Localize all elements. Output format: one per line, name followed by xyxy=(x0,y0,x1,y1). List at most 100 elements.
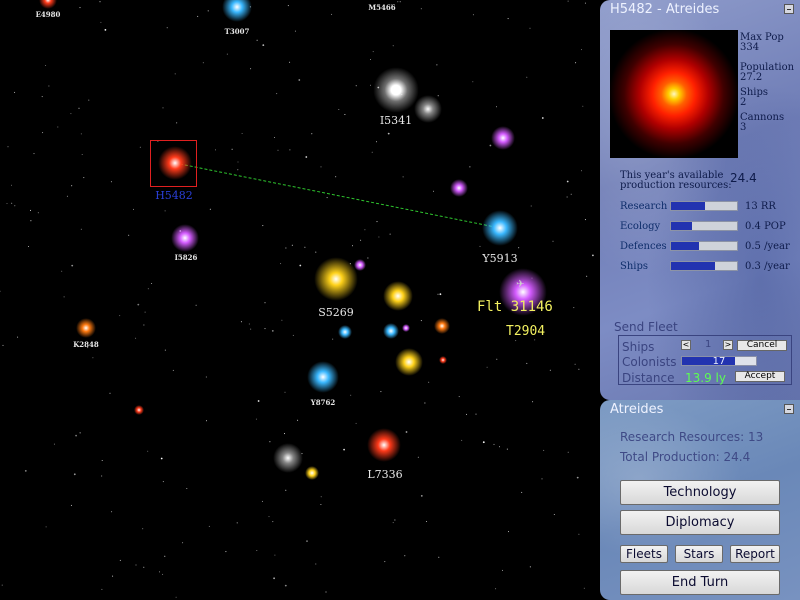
ecology-label: Ecology xyxy=(620,221,661,232)
star-yellow-3[interactable] xyxy=(395,348,423,376)
defences-slider[interactable] xyxy=(670,241,738,251)
background-star xyxy=(566,180,569,183)
background-star xyxy=(237,161,239,163)
star-i5826[interactable] xyxy=(171,224,199,252)
background-star xyxy=(256,39,258,41)
cancel-fleet-button[interactable]: Cancel xyxy=(737,340,787,351)
star-magenta-1[interactable] xyxy=(491,126,515,150)
background-star xyxy=(162,107,164,109)
background-star xyxy=(499,446,500,448)
background-star xyxy=(135,337,137,339)
background-star xyxy=(2,344,4,346)
background-star xyxy=(133,208,134,210)
star-i5341[interactable] xyxy=(373,67,419,113)
accept-fleet-button[interactable]: Accept xyxy=(735,371,785,382)
star-magenta-2[interactable] xyxy=(450,179,468,197)
background-star xyxy=(24,470,27,472)
star-label-s5269[interactable]: S5269 xyxy=(318,306,354,319)
background-star xyxy=(352,245,353,247)
ships-slider[interactable] xyxy=(670,261,738,271)
background-star xyxy=(541,478,543,480)
fleet-destination-label[interactable]: T2904 xyxy=(506,324,545,339)
star-label-k2848[interactable]: K2848 xyxy=(73,340,99,349)
background-star xyxy=(63,296,65,298)
fleet-label[interactable]: Flt 31146 xyxy=(477,299,553,315)
star-yellow-2[interactable] xyxy=(383,281,413,311)
star-label-i5826[interactable]: I5826 xyxy=(175,253,198,262)
background-star xyxy=(137,303,140,306)
star-label-y5913[interactable]: Y5913 xyxy=(482,252,517,265)
background-star xyxy=(111,511,113,513)
ships-increment-button[interactable]: > xyxy=(723,340,733,350)
ships-decrement-button[interactable]: < xyxy=(681,340,691,350)
total-production-text: Total Production: 24.4 xyxy=(620,450,751,464)
background-star xyxy=(88,99,90,101)
ecology-slider[interactable] xyxy=(670,221,738,231)
defences-slider-fill xyxy=(671,242,699,250)
background-star xyxy=(496,358,498,360)
star-label-i5341[interactable]: I5341 xyxy=(380,114,412,127)
background-star xyxy=(257,400,260,402)
fleets-button[interactable]: Fleets xyxy=(620,545,668,563)
background-star xyxy=(389,233,391,235)
background-star xyxy=(439,293,442,296)
star-y8762[interactable] xyxy=(307,361,339,393)
background-star xyxy=(79,432,81,434)
background-star xyxy=(80,133,82,135)
star-red-small-2[interactable] xyxy=(134,405,144,415)
star-k2848[interactable] xyxy=(76,318,96,338)
background-star xyxy=(215,149,216,151)
background-star xyxy=(581,170,582,172)
star-red-small-1[interactable] xyxy=(439,356,447,364)
minimize-planet-panel-button[interactable] xyxy=(784,4,794,14)
background-star xyxy=(515,340,517,342)
background-star xyxy=(320,504,322,505)
star-label-y8762[interactable]: Y8762 xyxy=(311,398,335,407)
fleet-ship-icon[interactable]: ✈ xyxy=(516,280,524,290)
background-star xyxy=(83,177,85,179)
background-star xyxy=(147,450,149,452)
background-star xyxy=(175,596,177,598)
star-white-3[interactable] xyxy=(273,443,303,473)
background-star xyxy=(578,533,580,535)
star-label-m5466[interactable]: M5466 xyxy=(368,3,395,12)
background-star xyxy=(376,221,378,223)
star-small-white-1[interactable] xyxy=(414,95,442,123)
stars-button[interactable]: Stars xyxy=(675,545,723,563)
star-blue-small-2[interactable] xyxy=(383,323,399,339)
background-star xyxy=(273,577,275,580)
star-label-t3007[interactable]: T3007 xyxy=(225,27,250,36)
star-magenta-small-4[interactable] xyxy=(402,324,410,332)
background-star xyxy=(274,137,275,138)
star-orange-2[interactable] xyxy=(434,318,450,334)
star-label-l7336[interactable]: L7336 xyxy=(367,468,402,481)
background-star xyxy=(197,15,199,17)
report-button[interactable]: Report xyxy=(730,545,780,563)
background-star xyxy=(378,236,380,238)
background-star xyxy=(438,556,440,558)
technology-button[interactable]: Technology xyxy=(620,480,780,505)
background-star xyxy=(584,2,586,4)
background-star xyxy=(320,496,322,498)
background-star xyxy=(276,93,278,95)
background-star xyxy=(250,328,252,330)
star-s5269[interactable] xyxy=(314,257,358,301)
research-slider[interactable] xyxy=(670,201,738,211)
background-star xyxy=(236,522,238,524)
star-label-e4980[interactable]: E4980 xyxy=(36,10,61,19)
background-star xyxy=(272,521,274,523)
diplomacy-button[interactable]: Diplomacy xyxy=(620,510,780,535)
end-turn-button[interactable]: End Turn xyxy=(620,570,780,595)
star-label-h5482[interactable]: H5482 xyxy=(155,189,193,202)
star-blue-small-1[interactable] xyxy=(338,325,352,339)
background-star xyxy=(248,323,250,325)
background-star xyxy=(424,402,426,404)
star-l7336[interactable] xyxy=(367,428,401,462)
star-y5913[interactable] xyxy=(482,210,518,246)
minimize-empire-panel-button[interactable] xyxy=(784,404,794,414)
background-star xyxy=(73,473,76,476)
background-star xyxy=(343,448,345,451)
star-yellow-4[interactable] xyxy=(305,466,319,480)
background-star xyxy=(384,561,386,563)
colonists-slider[interactable]: 17 xyxy=(681,356,757,367)
